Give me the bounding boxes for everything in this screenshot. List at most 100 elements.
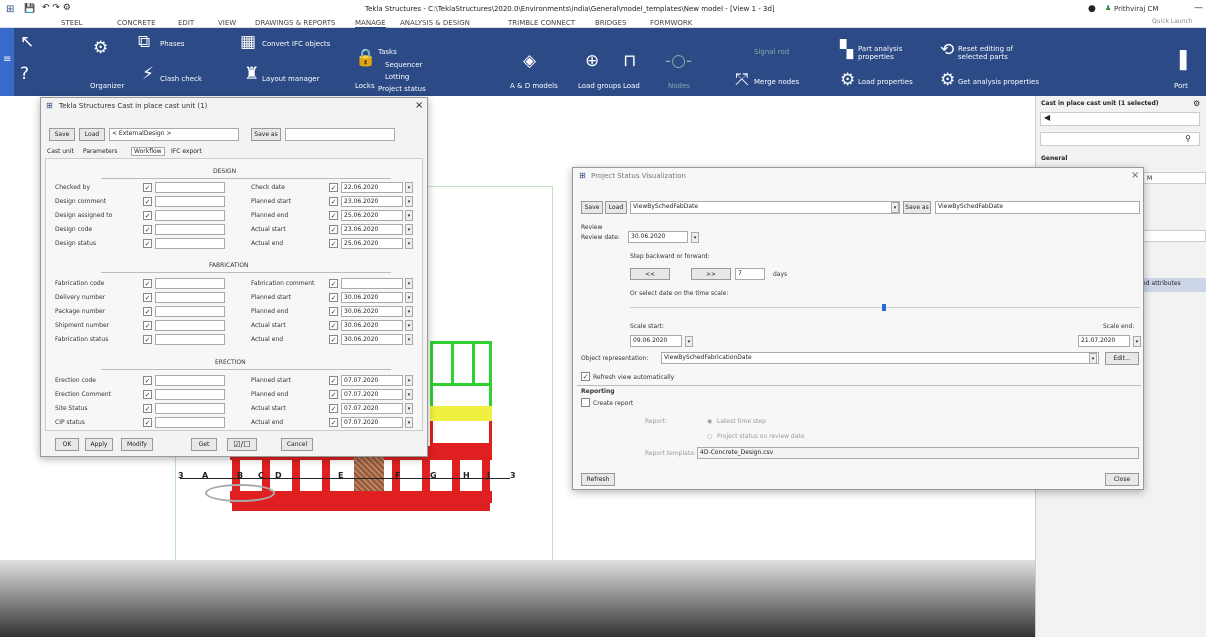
timescale-slider-thumb[interactable] (882, 304, 886, 311)
locks-label[interactable]: Locks (355, 82, 375, 90)
side-menu-button[interactable]: ≡ (0, 28, 14, 96)
field-checkbox[interactable]: ✓ (143, 404, 152, 413)
scale-end-dropdown[interactable]: ▾ (1133, 336, 1141, 347)
field-input[interactable] (155, 320, 225, 331)
date-checkbox[interactable]: ✓ (329, 335, 338, 344)
save-as-input[interactable]: ViewBySchedFabDate (935, 201, 1140, 214)
field-checkbox[interactable]: ✓ (143, 183, 152, 192)
sequencer-label[interactable]: Sequencer (385, 61, 422, 69)
phases-icon[interactable]: ⧉ (138, 34, 150, 51)
preset-select[interactable]: ViewBySchedFabDate (630, 201, 900, 214)
date-dropdown[interactable]: ▾ (405, 182, 413, 193)
date-checkbox[interactable]: ✓ (329, 307, 338, 316)
load-icon[interactable]: ⊓ (623, 53, 636, 70)
field-input[interactable] (155, 278, 225, 289)
calendar-dropdown[interactable]: ▾ (691, 232, 699, 243)
field-checkbox[interactable]: ✓ (143, 279, 152, 288)
save-as-button[interactable]: Save as (251, 128, 281, 141)
field-input[interactable] (155, 182, 225, 193)
date-dropdown[interactable]: ▾ (405, 334, 413, 345)
field-checkbox[interactable]: ✓ (143, 211, 152, 220)
date-dropdown[interactable]: ▾ (405, 403, 413, 414)
refresh-auto-checkbox[interactable]: ✓ (581, 372, 590, 381)
user-name[interactable]: Prithviraj CM (1114, 5, 1158, 13)
date-dropdown[interactable]: ▾ (405, 375, 413, 386)
tab-workflow[interactable]: Workflow (131, 147, 165, 156)
chevron-down-icon[interactable]: ▾ (1089, 353, 1097, 364)
close-icon[interactable]: × (415, 100, 423, 111)
date-checkbox[interactable]: ✓ (329, 197, 338, 206)
field-checkbox[interactable]: ✓ (143, 321, 152, 330)
field-input[interactable] (155, 196, 225, 207)
tab-view[interactable]: VIEW (218, 19, 236, 27)
date-input[interactable]: 30.06.2020 (341, 306, 403, 317)
save-button[interactable]: Save (49, 128, 75, 141)
quick-launch[interactable]: Quick Launch (1152, 18, 1193, 25)
ad-models-icon[interactable]: ◈ (523, 53, 536, 70)
date-checkbox[interactable]: ✓ (329, 211, 338, 220)
date-dropdown[interactable]: ▾ (405, 278, 413, 289)
template-select[interactable]: 4D-Concrete_Design.csv (697, 447, 1139, 459)
tab-concrete[interactable]: CONCRETE (117, 19, 156, 27)
part-analysis-label[interactable]: Part analysis properties (858, 45, 913, 61)
field-checkbox[interactable]: ✓ (143, 418, 152, 427)
date-input[interactable]: 07.07.2020 (341, 417, 403, 428)
port-label[interactable]: Port (1174, 82, 1188, 90)
scale-start-input[interactable]: 09.06.2020 (630, 335, 682, 347)
load-properties-icon[interactable]: ⚙ (840, 72, 855, 89)
field-checkbox[interactable]: ✓ (143, 293, 152, 302)
field-input[interactable] (155, 403, 225, 414)
save-button[interactable]: Save (581, 201, 603, 214)
date-checkbox[interactable]: ✓ (329, 321, 338, 330)
field-checkbox[interactable]: ✓ (143, 335, 152, 344)
date-input[interactable]: 30.06.2020 (341, 320, 403, 331)
tab-manage[interactable]: MANAGE (355, 19, 386, 28)
date-dropdown[interactable]: ▾ (405, 238, 413, 249)
review-date-input[interactable]: 30.06.2020 (628, 231, 688, 243)
reset-editing-icon[interactable]: ⟲ (940, 42, 954, 59)
date-input[interactable]: 07.07.2020 (341, 403, 403, 414)
date-dropdown[interactable]: ▾ (405, 306, 413, 317)
object-selector[interactable]: ◀ (1040, 112, 1200, 126)
close-button[interactable]: Close (1105, 473, 1139, 486)
field-checkbox[interactable]: ✓ (143, 239, 152, 248)
step-forward-button[interactable]: >> (691, 268, 731, 280)
field-checkbox[interactable]: ✓ (143, 197, 152, 206)
nodes-label[interactable]: Nodes (668, 82, 690, 90)
convert-ifc-label[interactable]: Convert IFC objects (262, 40, 330, 48)
field-input[interactable] (155, 292, 225, 303)
tab-ifc-export[interactable]: IFC export (171, 148, 202, 155)
tab-edit[interactable]: EDIT (178, 19, 194, 27)
attributes-button[interactable]: ed attributes (1136, 278, 1206, 292)
field-checkbox[interactable]: ✓ (143, 307, 152, 316)
date-dropdown[interactable]: ▾ (405, 196, 413, 207)
general-section[interactable]: General (1041, 155, 1067, 162)
minimize-icon[interactable]: — (1194, 3, 1203, 13)
create-report-checkbox[interactable] (581, 398, 590, 407)
date-checkbox[interactable]: ✓ (329, 376, 338, 385)
reset-editing-label[interactable]: Reset editing of selected parts (958, 45, 1018, 61)
date-checkbox[interactable]: ✓ (329, 183, 338, 192)
tab-formwork[interactable]: FORMWORK (650, 19, 692, 27)
merge-nodes-icon[interactable]: ⤧ (735, 72, 749, 89)
close-icon[interactable]: × (1131, 170, 1139, 181)
date-input[interactable]: 07.07.2020 (341, 375, 403, 386)
apply-button[interactable]: Apply (85, 438, 113, 451)
merge-nodes-label[interactable]: Merge nodes (754, 78, 799, 86)
field-input[interactable] (155, 417, 225, 428)
field-input[interactable] (155, 389, 225, 400)
help-icon[interactable]: ● (1088, 4, 1096, 14)
date-dropdown[interactable]: ▾ (405, 320, 413, 331)
field-checkbox[interactable]: ✓ (143, 225, 152, 234)
load-label[interactable]: Load (623, 82, 640, 90)
field-checkbox[interactable]: ✓ (143, 376, 152, 385)
step-back-button[interactable]: << (630, 268, 670, 280)
days-input[interactable]: 7 (735, 268, 765, 280)
load-groups-icon[interactable]: ⊕ (585, 53, 599, 70)
field-input[interactable] (155, 238, 225, 249)
settings-icon[interactable]: ⚙ (1193, 99, 1200, 108)
date-checkbox[interactable]: ✓ (329, 225, 338, 234)
save-icon[interactable]: 💾 (24, 4, 35, 14)
field-input[interactable] (155, 224, 225, 235)
clash-check-icon[interactable]: ⚡ (142, 66, 154, 83)
